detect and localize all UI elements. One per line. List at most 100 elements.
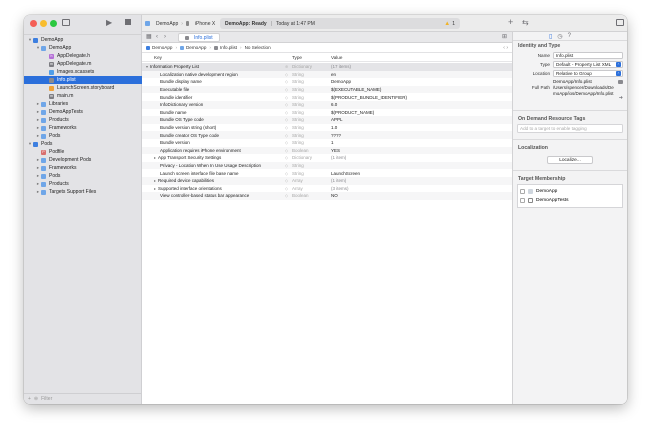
odr-tags-field[interactable]: Add to a target to enable tagging [517,124,623,133]
plist-row[interactable]: InfoDictionary version ◇ String 6.0 [142,100,512,109]
help-icon[interactable]: ? [568,33,571,39]
plist-value[interactable]: (3 items) [331,186,511,191]
disclosure-closed-icon[interactable]: ▸ [154,155,156,160]
plist-row[interactable]: Bundle version string (short) ◇ String 1.0 [142,124,512,132]
plist-row[interactable]: ▾ Information Property List ⊕ Dictionary (17… [142,63,512,71]
close-window-button[interactable] [30,20,37,27]
plist-row[interactable]: View controller-based status bar appeara… [142,192,512,200]
col-value[interactable]: Value [331,55,342,60]
plist-type[interactable]: String [292,140,322,145]
disclosure-closed-icon[interactable]: ▸ [154,178,156,183]
plist-type[interactable]: String [292,79,322,84]
grid-icon[interactable]: ▦ [146,34,152,40]
navigator-item[interactable]: ▸ Frameworks [24,164,142,172]
navigator-item[interactable]: ▸ Pods [24,132,142,140]
type-stepper-icon[interactable]: ◇ [285,95,288,100]
navigator-item[interactable]: ▸ Development Pods [24,156,142,164]
plist-type[interactable]: String [292,117,322,122]
plist-type[interactable]: String [292,95,322,100]
warning-badge[interactable]: ▲ 1 [444,21,455,27]
plist-value[interactable]: $(EXECUTABLE_NAME) [331,87,511,92]
plist-value[interactable]: LaunchScreen [331,171,511,176]
plist-value[interactable]: (1 item) [331,155,511,160]
stop-icon[interactable] [125,19,131,25]
plist-type[interactable]: String [292,102,322,107]
type-popup[interactable]: Default - Property List XML ⌃ [553,61,623,68]
plist-type[interactable]: Dictionary [292,64,322,69]
navigator-item[interactable]: m AppDelegate.m [24,60,142,68]
plist-row[interactable]: Bundle display name ◇ String DemoApp [142,78,512,86]
plist-value[interactable]: NO [331,193,511,198]
name-field[interactable]: Info.plist [553,52,623,59]
navigator-item[interactable]: ▸ Targets Support Files [24,188,142,196]
plist-type[interactable]: Array [292,186,322,191]
inspector-toggle-icon[interactable] [616,19,624,26]
file-inspector-icon[interactable]: ▯ [549,33,552,40]
navigator-item[interactable]: ▸ Products [24,180,142,188]
plist-value[interactable]: ???? [331,133,511,138]
reveal-arrow-icon[interactable]: ➜ [619,95,623,101]
disclosure-open-icon[interactable]: ▾ [146,64,148,69]
add-editor-icon[interactable]: ⊞ [502,34,507,40]
checkbox[interactable] [520,189,525,194]
run-icon[interactable]: ▶ [106,19,112,27]
disclosure-closed-icon[interactable]: ▸ [154,186,156,191]
plist-value[interactable]: (17 items) [331,64,511,69]
type-stepper-icon[interactable]: ◇ [285,133,288,138]
plist-type[interactable]: String [292,163,322,168]
navigator-item[interactable]: ▾ DemoApp [24,36,142,44]
plist-row[interactable]: Bundle creator OS Type code ◇ String???? [142,131,512,139]
col-key[interactable]: Key [154,55,162,60]
type-stepper-icon[interactable]: ◇ [285,72,288,77]
navigator-item[interactable]: h AppDelegate.h [24,52,142,60]
plist-row[interactable]: ▸ Supported interface orientations ◇ Array (… [142,185,512,193]
jump-segment[interactable]: Info.plist [213,45,237,50]
navigator-item[interactable]: ▸ Libraries [24,100,142,108]
type-stepper-icon[interactable]: ◇ [285,102,288,107]
plist-row[interactable]: Privacy - Location When In Use Usage Des… [142,161,512,170]
plist-value[interactable]: DemoApp [331,79,511,84]
back-forward-icon[interactable]: ⇆ [522,19,529,27]
add-icon[interactable]: + [28,396,31,402]
plist-value[interactable]: YES [331,148,511,153]
target-row-demoapptests[interactable]: DemoAppTests [518,196,622,205]
plist-type[interactable]: String [292,171,322,176]
navigator-item[interactable]: LaunchScreen.storyboard [24,84,142,92]
plist-value[interactable]: $(PRODUCT_BUNDLE_IDENTIFIER) [331,95,511,100]
jump-segment[interactable]: DemoApp [146,45,172,50]
history-icon[interactable]: ◷ [557,33,562,40]
plist-type[interactable]: Boolean [292,193,322,198]
navigator-item[interactable]: m main.m [24,92,142,100]
plist-value[interactable]: (1 item) [331,178,511,183]
back-icon[interactable]: ‹ [156,34,158,40]
type-stepper-icon[interactable]: ◇ [285,178,288,183]
col-type[interactable]: Type [292,55,302,60]
type-stepper-icon[interactable]: ◇ [285,193,288,198]
navigator-item[interactable]: ▸ Products [24,116,142,124]
navigator-item[interactable]: P Podfile [24,148,142,156]
plist-type[interactable]: String [292,87,322,92]
jump-segment[interactable]: No Selection [245,45,271,50]
plist-type[interactable]: String [292,72,322,77]
plist-value[interactable]: 1 [331,140,511,145]
plist-row[interactable]: Bundle name ◇ String $(PRODUCT_NAME) [142,109,512,117]
type-stepper-icon[interactable]: ⊕ [285,64,288,69]
plist-row[interactable]: ▸ Required device capabilities ◇ Array (1 it… [142,176,512,185]
navigator-item[interactable]: ▾ DemoApp [24,44,142,52]
checkbox[interactable] [520,198,525,203]
plist-type[interactable]: String [292,133,322,138]
filter-input[interactable]: Filter [41,396,52,402]
tab-info-plist[interactable]: Info.plist [178,33,220,42]
forward-icon[interactable]: › [164,34,166,40]
navigator-item[interactable]: Images.xcassets [24,68,142,76]
navigator-item[interactable]: Info.plist [24,76,142,84]
type-stepper-icon[interactable]: ◇ [285,125,288,130]
type-stepper-icon[interactable]: ◇ [285,171,288,176]
plist-row[interactable]: ▸ App Transport Security Settings ◇ Diction… [142,154,512,162]
plist-type[interactable]: Array [292,178,322,183]
type-stepper-icon[interactable]: ◇ [285,87,288,92]
type-stepper-icon[interactable]: ◇ [285,148,288,153]
localize-button[interactable]: Localize... [547,156,593,164]
zoom-window-button[interactable] [50,20,57,27]
plist-row[interactable]: Application requires iPhone environment ◇… [142,146,512,155]
